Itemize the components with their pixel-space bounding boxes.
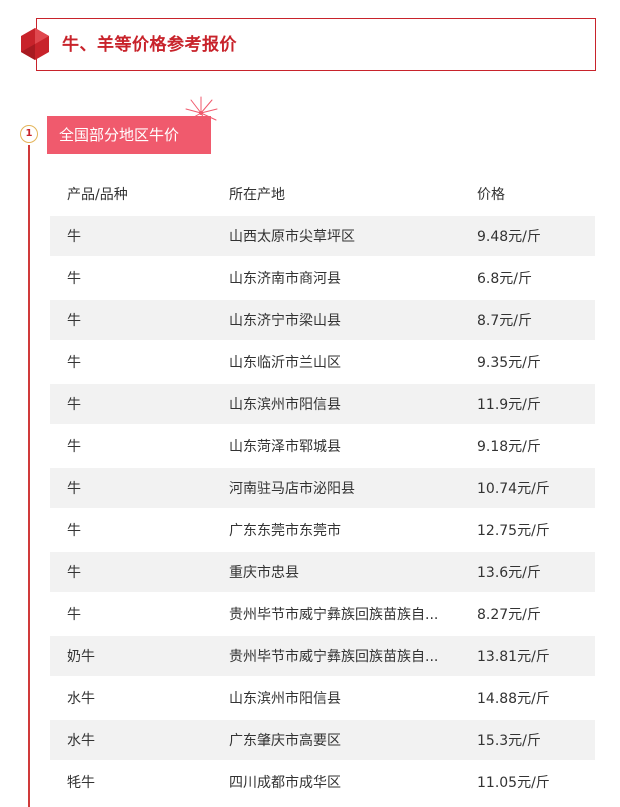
cell-price: 14.88元/斤 xyxy=(477,677,595,720)
table-header-row: 产品/品种 所在产地 价格 xyxy=(50,172,595,216)
cell-product: 奶牛 xyxy=(50,635,229,678)
cell-product: 牛 xyxy=(50,425,229,468)
cell-product: 牛 xyxy=(50,467,229,510)
cell-origin: 重庆市忠县 xyxy=(229,551,477,594)
cell-origin: 山东济宁市梁山县 xyxy=(229,299,477,342)
price-table: 产品/品种 所在产地 价格 牛 山西太原市尖草坪区 9.48元/斤 牛 山东济南… xyxy=(50,172,595,804)
cell-product: 牛 xyxy=(50,341,229,384)
table-row: 牛 山东临沂市兰山区 9.35元/斤 xyxy=(50,341,595,384)
cell-price: 12.75元/斤 xyxy=(477,509,595,552)
cell-price: 8.27元/斤 xyxy=(477,593,595,636)
cell-product: 牛 xyxy=(50,257,229,300)
firework-icon xyxy=(185,96,218,129)
cell-price: 8.7元/斤 xyxy=(477,299,595,342)
hexagon-icon xyxy=(21,28,49,60)
table-row: 牦牛 四川成都市成华区 11.05元/斤 xyxy=(50,761,595,804)
cell-origin: 山西太原市尖草坪区 xyxy=(229,216,477,258)
table-row: 水牛 广东肇庆市高要区 15.3元/斤 xyxy=(50,719,595,762)
column-header-price: 价格 xyxy=(477,187,505,203)
cell-product: 水牛 xyxy=(50,719,229,762)
cell-price: 11.9元/斤 xyxy=(477,383,595,426)
table-row: 牛 重庆市忠县 13.6元/斤 xyxy=(50,551,595,594)
table-row: 牛 山东济宁市梁山县 8.7元/斤 xyxy=(50,299,595,342)
cell-price: 13.6元/斤 xyxy=(477,551,595,594)
table-row: 牛 山东菏泽市郓城县 9.18元/斤 xyxy=(50,425,595,468)
cell-origin: 山东滨州市阳信县 xyxy=(229,677,477,720)
cell-product: 水牛 xyxy=(50,677,229,720)
page: 牛、羊等价格参考报价 1 全国部分地区牛价 产品/品种 所在产地 价格 牛 山西… xyxy=(0,0,620,807)
page-title: 牛、羊等价格参考报价 xyxy=(62,35,237,55)
cell-origin: 山东滨州市阳信县 xyxy=(229,383,477,426)
cell-product: 牛 xyxy=(50,509,229,552)
cell-price: 10.74元/斤 xyxy=(477,467,595,510)
cell-origin: 贵州毕节市威宁彝族回族苗族自... xyxy=(229,635,477,678)
cell-price: 11.05元/斤 xyxy=(477,761,595,804)
cell-origin: 广东肇庆市高要区 xyxy=(229,719,477,762)
table-row: 牛 广东东莞市东莞市 12.75元/斤 xyxy=(50,509,595,552)
cell-product: 牛 xyxy=(50,216,229,258)
cell-product: 牛 xyxy=(50,383,229,426)
cell-origin: 山东济南市商河县 xyxy=(229,257,477,300)
cell-price: 6.8元/斤 xyxy=(477,257,595,300)
cell-product: 牛 xyxy=(50,299,229,342)
table-row: 牛 山东滨州市阳信县 11.9元/斤 xyxy=(50,383,595,426)
cell-price: 15.3元/斤 xyxy=(477,719,595,762)
cell-origin: 河南驻马店市泌阳县 xyxy=(229,467,477,510)
cell-product: 牛 xyxy=(50,551,229,594)
cell-origin: 四川成都市成华区 xyxy=(229,761,477,804)
cell-price: 13.81元/斤 xyxy=(477,635,595,678)
cell-price: 9.48元/斤 xyxy=(477,216,595,258)
column-header-origin: 所在产地 xyxy=(229,187,285,203)
cell-origin: 贵州毕节市威宁彝族回族苗族自... xyxy=(229,593,477,636)
cell-origin: 山东临沂市兰山区 xyxy=(229,341,477,384)
cell-product: 牦牛 xyxy=(50,761,229,804)
timeline-line xyxy=(28,145,30,807)
table-row: 牛 贵州毕节市威宁彝族回族苗族自... 8.27元/斤 xyxy=(50,593,595,636)
cell-price: 9.35元/斤 xyxy=(477,341,595,384)
cell-product: 牛 xyxy=(50,593,229,636)
table-row: 奶牛 贵州毕节市威宁彝族回族苗族自... 13.81元/斤 xyxy=(50,635,595,678)
cell-origin: 山东菏泽市郓城县 xyxy=(229,425,477,468)
cell-origin: 广东东莞市东莞市 xyxy=(229,509,477,552)
table-row: 牛 山西太原市尖草坪区 9.48元/斤 xyxy=(50,216,595,258)
step-number-badge: 1 xyxy=(20,125,38,143)
column-header-product: 产品/品种 xyxy=(67,187,128,203)
table-row: 牛 河南驻马店市泌阳县 10.74元/斤 xyxy=(50,467,595,510)
cell-price: 9.18元/斤 xyxy=(477,425,595,468)
table-row: 牛 山东济南市商河县 6.8元/斤 xyxy=(50,257,595,300)
table-row: 水牛 山东滨州市阳信县 14.88元/斤 xyxy=(50,677,595,720)
